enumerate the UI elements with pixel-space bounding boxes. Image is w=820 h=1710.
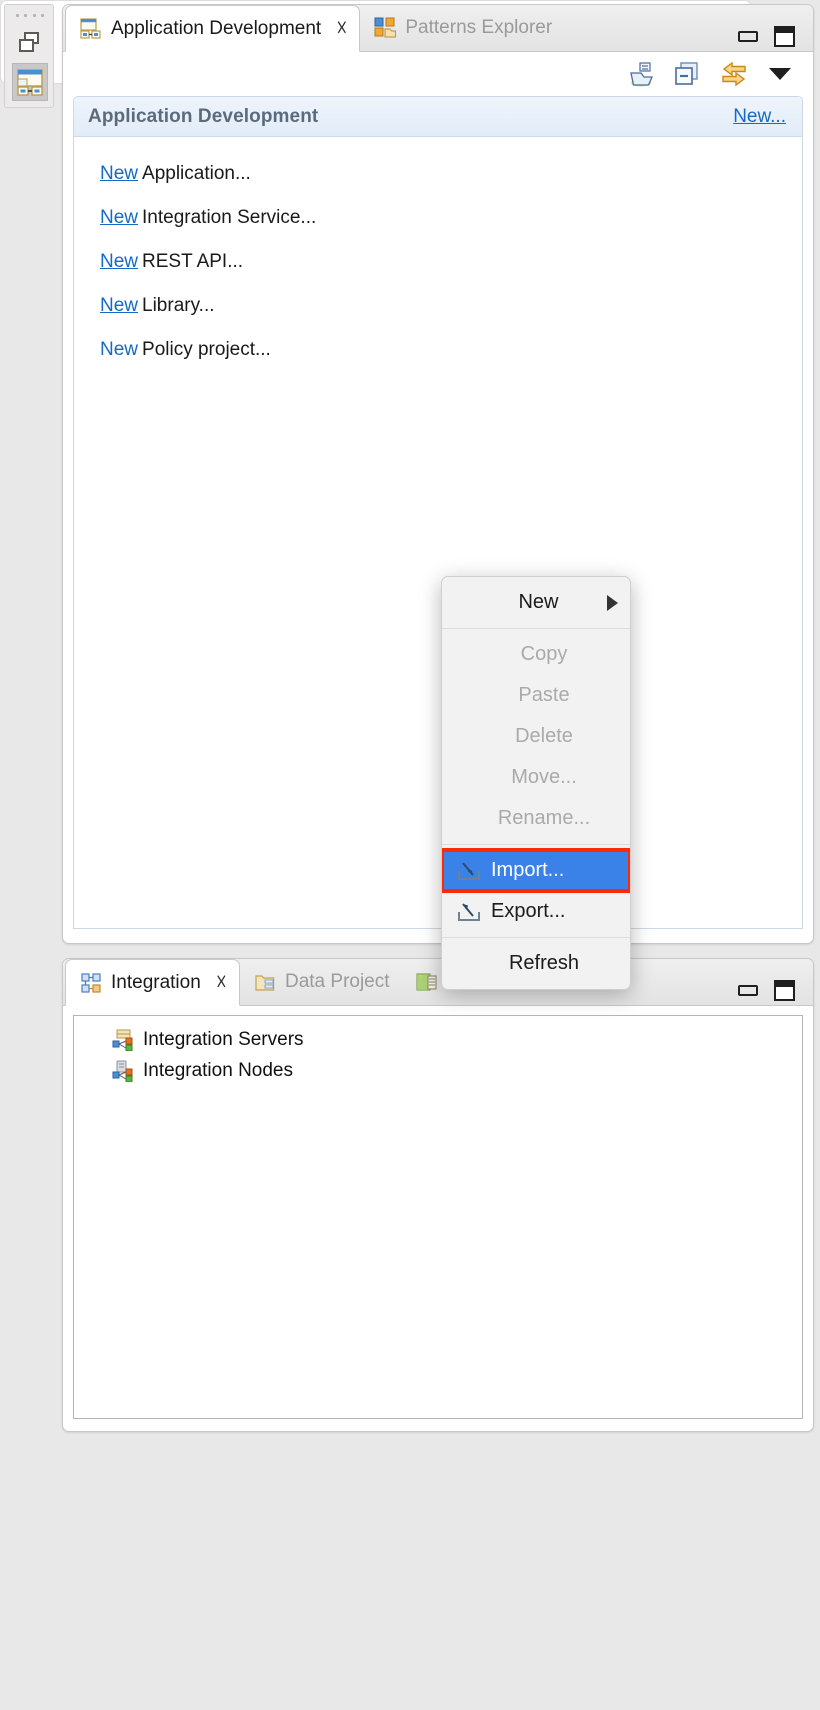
minimize-button[interactable]	[738, 985, 758, 996]
new-link[interactable]: New	[100, 295, 138, 316]
menu-item-copy: Copy	[442, 634, 630, 675]
maximize-button[interactable]	[774, 26, 795, 47]
list-item-label: Policy project...	[142, 339, 271, 360]
list-item: New Application...	[100, 163, 802, 185]
fast-view-bar	[4, 4, 54, 108]
menu-item-new[interactable]: New	[442, 582, 630, 623]
tree-item-label: Integration Nodes	[143, 1059, 293, 1081]
new-link[interactable]: New	[100, 339, 138, 360]
menu-item-label: New	[518, 591, 559, 613]
restore-icon[interactable]	[14, 27, 46, 59]
application-development-icon	[80, 17, 102, 40]
menu-item-export[interactable]: Export...	[442, 891, 630, 932]
maximize-button[interactable]	[774, 980, 795, 1001]
close-icon[interactable]: ☓	[336, 18, 347, 39]
list-item: New REST API...	[100, 251, 802, 273]
application-development-panel: Application Development New... New Applic…	[73, 96, 803, 929]
drag-grip-icon[interactable]	[16, 14, 44, 19]
new-link[interactable]: New	[100, 251, 138, 272]
list-item: New Library...	[100, 295, 802, 317]
view-toolbar	[63, 52, 813, 96]
top-tab-bar: Application Development ☓ Patterns Explo…	[63, 5, 813, 52]
chevron-right-icon	[607, 594, 618, 611]
tab-label: Patterns Explorer	[405, 16, 553, 38]
menu-item-delete: Delete	[442, 716, 630, 757]
export-icon	[456, 901, 482, 923]
view-menu-icon[interactable]	[769, 68, 791, 80]
menu-item-label: Paste	[518, 684, 570, 706]
menu-item-label: Move...	[511, 766, 577, 788]
restore-glyph	[19, 32, 39, 52]
menu-item-label: Delete	[515, 725, 573, 747]
list-item-label: Library...	[142, 295, 215, 316]
close-icon[interactable]: ☓	[216, 972, 227, 993]
new-link[interactable]: New	[100, 207, 138, 228]
integration-servers-icon	[112, 1029, 136, 1051]
patterns-explorer-icon	[374, 17, 397, 39]
perspective-glyph	[17, 69, 43, 96]
menu-item-refresh[interactable]: Refresh	[442, 943, 630, 984]
menu-item-paste: Paste	[442, 675, 630, 716]
bottom-tab-bar: Integration ☓ Data Project	[63, 959, 813, 1006]
tab-application-development[interactable]: Application Development ☓	[65, 5, 361, 52]
integration-nodes-icon	[112, 1060, 136, 1082]
tab-integration[interactable]: Integration ☓	[65, 959, 240, 1006]
list-item: New Integration Service...	[100, 207, 802, 229]
menu-separator	[442, 937, 630, 938]
integration-tree[interactable]: Integration Servers Integration Nodes	[73, 1015, 803, 1419]
import-icon	[456, 860, 482, 882]
integration-view: Integration ☓ Data Project Integration S…	[62, 958, 814, 1432]
minimize-button[interactable]	[738, 31, 758, 42]
new-link[interactable]: New	[100, 163, 138, 184]
data-source-icon	[415, 971, 438, 993]
integration-icon	[80, 972, 102, 994]
tab-label: Integration	[111, 971, 201, 993]
tree-item-integration-servers[interactable]: Integration Servers	[112, 1024, 802, 1055]
application-development-view: Application Development ☓ Patterns Explo…	[62, 4, 814, 944]
menu-item-label: Rename...	[497, 807, 591, 829]
application-window: Application Development ☓ Patterns Explo…	[0, 0, 820, 1710]
context-menu: New Copy Paste Delete Move... Rename...	[441, 576, 631, 990]
menu-item-import[interactable]: Import...	[442, 848, 630, 893]
app-development-perspective-icon[interactable]	[12, 63, 48, 101]
menu-item-label: Copy	[520, 643, 568, 665]
list-item-label: Application...	[142, 163, 251, 184]
menu-separator	[442, 844, 630, 845]
tab-label: Data Project	[284, 970, 390, 992]
menu-item-label: Export...	[491, 900, 566, 922]
collapse-all-icon[interactable]	[673, 60, 701, 88]
list-item-label: REST API...	[142, 251, 244, 272]
menu-item-label: Refresh	[508, 952, 580, 974]
tab-label: Application Development	[111, 17, 322, 39]
import-toolbar-icon[interactable]	[627, 60, 655, 88]
panel-header: Application Development New...	[74, 97, 802, 137]
tree-item-label: Integration Servers	[143, 1028, 304, 1050]
menu-item-move: Move...	[442, 757, 630, 798]
data-project-icon	[254, 971, 276, 993]
menu-item-rename: Rename...	[442, 798, 630, 839]
tab-patterns-explorer[interactable]: Patterns Explorer	[360, 4, 564, 51]
tab-data-project[interactable]: Data Project	[240, 958, 402, 1005]
top-window-buttons	[738, 26, 813, 51]
bottom-window-buttons	[738, 980, 813, 1005]
list-item-label: Integration Service...	[142, 207, 317, 228]
page-title: Application Development	[88, 105, 319, 127]
panel-new-link[interactable]: New...	[733, 106, 786, 128]
list-item: New Policy project...	[100, 339, 802, 361]
menu-item-label: Import...	[491, 859, 565, 881]
new-item-list: New Application... New Integration Service…	[74, 137, 802, 361]
menu-separator	[442, 628, 630, 629]
link-with-editor-icon[interactable]	[719, 60, 747, 88]
tree-item-integration-nodes[interactable]: Integration Nodes	[112, 1055, 802, 1086]
